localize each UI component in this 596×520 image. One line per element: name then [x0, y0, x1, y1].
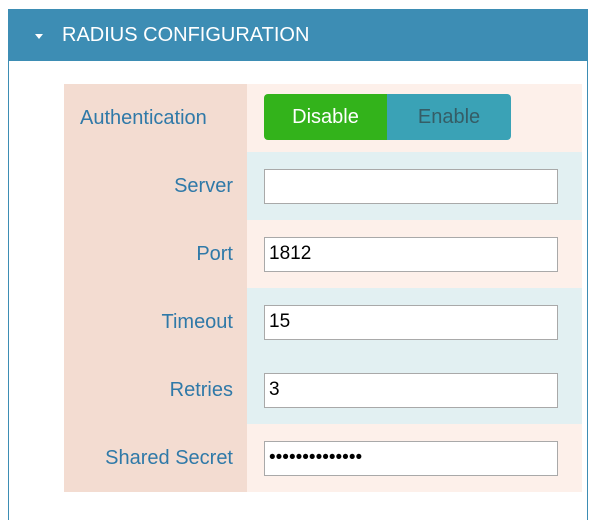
server-input[interactable] — [264, 168, 558, 204]
panel-title: RADIUS CONFIGURATION — [62, 23, 310, 46]
port-row: Port — [64, 220, 582, 288]
authentication-toggle: Disable Enable — [264, 94, 511, 140]
server-value-cell — [247, 152, 582, 220]
disable-button[interactable]: Disable — [264, 94, 387, 140]
port-value-cell — [247, 220, 582, 288]
authentication-row: Authentication Disable Enable — [64, 84, 582, 152]
enable-button[interactable]: Enable — [387, 94, 511, 140]
authentication-label: Authentication — [64, 84, 247, 152]
retries-label: Retries — [64, 356, 247, 424]
server-label: Server — [64, 152, 247, 220]
shared-secret-label: Shared Secret — [64, 424, 247, 492]
shared-secret-input[interactable] — [264, 440, 558, 476]
timeout-value-cell — [247, 288, 582, 356]
panel-header[interactable]: RADIUS CONFIGURATION — [8, 9, 588, 61]
server-row: Server — [64, 152, 582, 220]
shared-secret-row: Shared Secret — [64, 424, 582, 492]
timeout-label: Timeout — [64, 288, 247, 356]
port-input[interactable] — [264, 236, 558, 272]
timeout-input[interactable] — [264, 304, 558, 340]
retries-value-cell — [247, 356, 582, 424]
radius-form: Authentication Disable Enable Server Por… — [64, 84, 582, 492]
radius-configuration-panel: RADIUS CONFIGURATION Authentication Disa… — [8, 9, 588, 520]
retries-input[interactable] — [264, 372, 558, 408]
authentication-value-cell: Disable Enable — [247, 84, 582, 152]
caret-down-icon[interactable] — [35, 33, 43, 39]
shared-secret-value-cell — [247, 424, 582, 492]
timeout-row: Timeout — [64, 288, 582, 356]
retries-row: Retries — [64, 356, 582, 424]
port-label: Port — [64, 220, 247, 288]
